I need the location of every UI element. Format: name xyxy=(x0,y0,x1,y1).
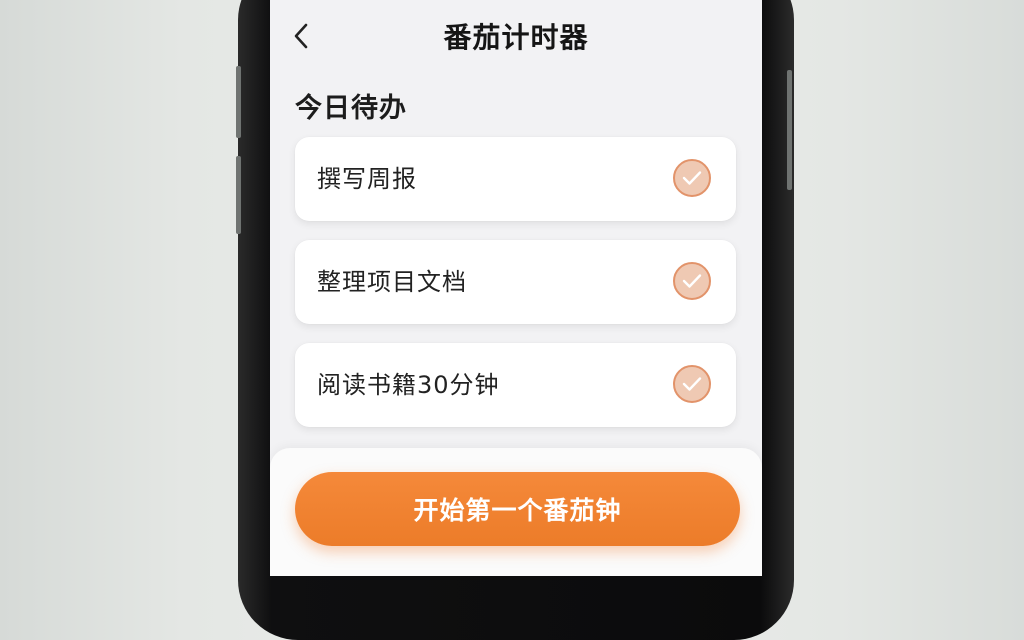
checkmark-icon xyxy=(682,377,702,391)
phone-side-button xyxy=(236,156,241,234)
app-screen: 番茄计时器 今日待办 撰写周报 整理项目文档 阅读书籍30分钟 开始第一个番茄钟 xyxy=(270,0,762,576)
task-label: 整理项目文档 xyxy=(317,268,467,296)
task-item[interactable]: 整理项目文档 xyxy=(295,240,736,324)
start-pomodoro-button[interactable]: 开始第一个番茄钟 xyxy=(295,472,740,546)
task-checkbox[interactable] xyxy=(673,262,711,300)
task-label: 撰写周报 xyxy=(317,165,417,193)
phone-side-button xyxy=(236,66,241,138)
task-checkbox[interactable] xyxy=(673,365,711,403)
phone-side-button xyxy=(787,70,792,190)
task-label: 阅读书籍30分钟 xyxy=(317,371,500,399)
checkmark-icon xyxy=(682,274,702,288)
task-item[interactable]: 撰写周报 xyxy=(295,137,736,221)
task-checkbox[interactable] xyxy=(673,159,711,197)
section-title: 今日待办 xyxy=(295,93,407,124)
page-title: 番茄计时器 xyxy=(443,21,589,54)
checkmark-icon xyxy=(682,171,702,185)
task-item[interactable]: 阅读书籍30分钟 xyxy=(295,343,736,427)
